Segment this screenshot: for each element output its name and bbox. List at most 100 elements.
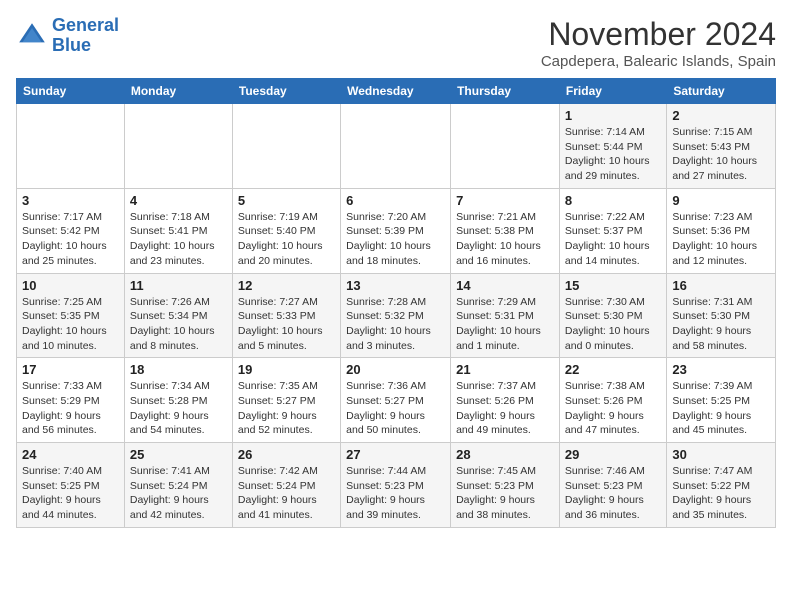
logo-icon: [16, 20, 48, 52]
calendar-cell: 23 Sunrise: 7:39 AMSunset: 5:25 PMDayligh…: [667, 358, 776, 443]
calendar-cell: [341, 104, 451, 189]
day-info: Sunrise: 7:27 AMSunset: 5:33 PMDaylight:…: [238, 295, 335, 354]
day-info: Sunrise: 7:30 AMSunset: 5:30 PMDaylight:…: [565, 295, 661, 354]
day-info: Sunrise: 7:35 AMSunset: 5:27 PMDaylight:…: [238, 379, 335, 438]
day-info: Sunrise: 7:21 AMSunset: 5:38 PMDaylight:…: [456, 210, 554, 269]
day-number: 28: [456, 447, 554, 462]
day-info: Sunrise: 7:23 AMSunset: 5:36 PMDaylight:…: [672, 210, 770, 269]
day-info: Sunrise: 7:42 AMSunset: 5:24 PMDaylight:…: [238, 464, 335, 523]
calendar-cell: 7Sunrise: 7:21 AMSunset: 5:38 PMDaylight…: [451, 188, 560, 273]
day-number: 17: [22, 362, 119, 377]
calendar-cell: 26Sunrise: 7:42 AMSunset: 5:24 PMDayligh…: [232, 443, 340, 528]
day-info: Sunrise: 7:17 AMSunset: 5:42 PMDaylight:…: [22, 210, 119, 269]
day-number: 4: [130, 193, 227, 208]
weekday-header-sunday: Sunday: [17, 79, 125, 104]
calendar-cell: 30 Sunrise: 7:47 AMSunset: 5:22 PMDayligh…: [667, 443, 776, 528]
calendar-cell: 10 Sunrise: 7:25 AMSunset: 5:35 PMDayligh…: [17, 273, 125, 358]
day-info: Sunrise: 7:26 AMSunset: 5:34 PMDaylight:…: [130, 295, 227, 354]
day-number: 23: [672, 362, 770, 377]
day-info: Sunrise: 7:29 AMSunset: 5:31 PMDaylight:…: [456, 295, 554, 354]
calendar-cell: 5 Sunrise: 7:19 AMSunset: 5:40 PMDaylight…: [232, 188, 340, 273]
calendar-cell: 29Sunrise: 7:46 AMSunset: 5:23 PMDayligh…: [559, 443, 666, 528]
calendar-cell: 11 Sunrise: 7:26 AMSunset: 5:34 PMDayligh…: [124, 273, 232, 358]
weekday-header-row: SundayMondayTuesdayWednesdayThursdayFrid…: [17, 79, 776, 104]
day-info: Sunrise: 7:39 AMSunset: 5:25 PMDaylight:…: [672, 379, 770, 438]
weekday-header-thursday: Thursday: [451, 79, 560, 104]
calendar-cell: [232, 104, 340, 189]
day-number: 29: [565, 447, 661, 462]
day-number: 22: [565, 362, 661, 377]
calendar-cell: 22 Sunrise: 7:38 AMSunset: 5:26 PMDayligh…: [559, 358, 666, 443]
calendar-cell: 6Sunrise: 7:20 AMSunset: 5:39 PMDaylight…: [341, 188, 451, 273]
day-number: 30: [672, 447, 770, 462]
calendar-cell: 14 Sunrise: 7:29 AMSunset: 5:31 PMDayligh…: [451, 273, 560, 358]
calendar-cell: 18 Sunrise: 7:34 AMSunset: 5:28 PMDayligh…: [124, 358, 232, 443]
day-number: 6: [346, 193, 445, 208]
day-number: 10: [22, 278, 119, 293]
calendar-cell: 24 Sunrise: 7:40 AMSunset: 5:25 PMDayligh…: [17, 443, 125, 528]
day-number: 15: [565, 278, 661, 293]
day-info: Sunrise: 7:36 AMSunset: 5:27 PMDaylight:…: [346, 379, 445, 438]
calendar-cell: 16 Sunrise: 7:31 AMSunset: 5:30 PMDayligh…: [667, 273, 776, 358]
day-number: 3: [22, 193, 119, 208]
day-info: Sunrise: 7:28 AMSunset: 5:32 PMDaylight:…: [346, 295, 445, 354]
day-info: Sunrise: 7:22 AMSunset: 5:37 PMDaylight:…: [565, 210, 661, 269]
calendar-cell: 13Sunrise: 7:28 AMSunset: 5:32 PMDayligh…: [341, 273, 451, 358]
day-info: Sunrise: 7:41 AMSunset: 5:24 PMDaylight:…: [130, 464, 227, 523]
day-info: Sunrise: 7:25 AMSunset: 5:35 PMDaylight:…: [22, 295, 119, 354]
weekday-header-saturday: Saturday: [667, 79, 776, 104]
day-info: Sunrise: 7:47 AMSunset: 5:22 PMDaylight:…: [672, 464, 770, 523]
calendar-cell: 27 Sunrise: 7:44 AMSunset: 5:23 PMDayligh…: [341, 443, 451, 528]
calendar-cell: 9 Sunrise: 7:23 AMSunset: 5:36 PMDaylight…: [667, 188, 776, 273]
day-info: Sunrise: 7:37 AMSunset: 5:26 PMDaylight:…: [456, 379, 554, 438]
day-number: 24: [22, 447, 119, 462]
day-info: Sunrise: 7:40 AMSunset: 5:25 PMDaylight:…: [22, 464, 119, 523]
weekday-header-tuesday: Tuesday: [232, 79, 340, 104]
calendar-cell: 20Sunrise: 7:36 AMSunset: 5:27 PMDayligh…: [341, 358, 451, 443]
calendar-cell: 4 Sunrise: 7:18 AMSunset: 5:41 PMDaylight…: [124, 188, 232, 273]
day-info: Sunrise: 7:34 AMSunset: 5:28 PMDaylight:…: [130, 379, 227, 438]
calendar-cell: 12 Sunrise: 7:27 AMSunset: 5:33 PMDayligh…: [232, 273, 340, 358]
page-header: General Blue November 2024 Capdepera, Ba…: [16, 16, 776, 70]
calendar-cell: 19 Sunrise: 7:35 AMSunset: 5:27 PMDayligh…: [232, 358, 340, 443]
day-number: 18: [130, 362, 227, 377]
calendar-cell: 1Sunrise: 7:14 AMSunset: 5:44 PMDaylight…: [559, 104, 666, 189]
calendar-cell: 28 Sunrise: 7:45 AMSunset: 5:23 PMDayligh…: [451, 443, 560, 528]
day-number: 21: [456, 362, 554, 377]
day-info: Sunrise: 7:31 AMSunset: 5:30 PMDaylight:…: [672, 295, 770, 354]
day-info: Sunrise: 7:15 AMSunset: 5:43 PMDaylight:…: [672, 125, 770, 184]
calendar-cell: 25 Sunrise: 7:41 AMSunset: 5:24 PMDayligh…: [124, 443, 232, 528]
calendar-cell: [451, 104, 560, 189]
week-row-3: 10 Sunrise: 7:25 AMSunset: 5:35 PMDayligh…: [17, 273, 776, 358]
day-number: 25: [130, 447, 227, 462]
day-info: Sunrise: 7:18 AMSunset: 5:41 PMDaylight:…: [130, 210, 227, 269]
calendar-cell: 21 Sunrise: 7:37 AMSunset: 5:26 PMDayligh…: [451, 358, 560, 443]
day-number: 5: [238, 193, 335, 208]
location-title: Capdepera, Balearic Islands, Spain: [541, 53, 776, 70]
day-number: 11: [130, 278, 227, 293]
day-number: 14: [456, 278, 554, 293]
day-info: Sunrise: 7:19 AMSunset: 5:40 PMDaylight:…: [238, 210, 335, 269]
calendar-cell: 3 Sunrise: 7:17 AMSunset: 5:42 PMDaylight…: [17, 188, 125, 273]
day-number: 12: [238, 278, 335, 293]
calendar-cell: 8Sunrise: 7:22 AMSunset: 5:37 PMDaylight…: [559, 188, 666, 273]
week-row-2: 3 Sunrise: 7:17 AMSunset: 5:42 PMDaylight…: [17, 188, 776, 273]
calendar-cell: 17 Sunrise: 7:33 AMSunset: 5:29 PMDayligh…: [17, 358, 125, 443]
day-info: Sunrise: 7:45 AMSunset: 5:23 PMDaylight:…: [456, 464, 554, 523]
day-number: 9: [672, 193, 770, 208]
day-info: Sunrise: 7:38 AMSunset: 5:26 PMDaylight:…: [565, 379, 661, 438]
day-number: 16: [672, 278, 770, 293]
day-number: 19: [238, 362, 335, 377]
logo-text: General Blue: [52, 16, 119, 56]
month-title: November 2024: [541, 16, 776, 53]
logo: General Blue: [16, 16, 119, 56]
day-info: Sunrise: 7:33 AMSunset: 5:29 PMDaylight:…: [22, 379, 119, 438]
calendar-table: SundayMondayTuesdayWednesdayThursdayFrid…: [16, 78, 776, 528]
day-number: 27: [346, 447, 445, 462]
week-row-5: 24 Sunrise: 7:40 AMSunset: 5:25 PMDayligh…: [17, 443, 776, 528]
calendar-cell: [124, 104, 232, 189]
week-row-4: 17 Sunrise: 7:33 AMSunset: 5:29 PMDayligh…: [17, 358, 776, 443]
day-info: Sunrise: 7:14 AMSunset: 5:44 PMDaylight:…: [565, 125, 661, 184]
day-info: Sunrise: 7:44 AMSunset: 5:23 PMDaylight:…: [346, 464, 445, 523]
calendar-cell: 15 Sunrise: 7:30 AMSunset: 5:30 PMDayligh…: [559, 273, 666, 358]
